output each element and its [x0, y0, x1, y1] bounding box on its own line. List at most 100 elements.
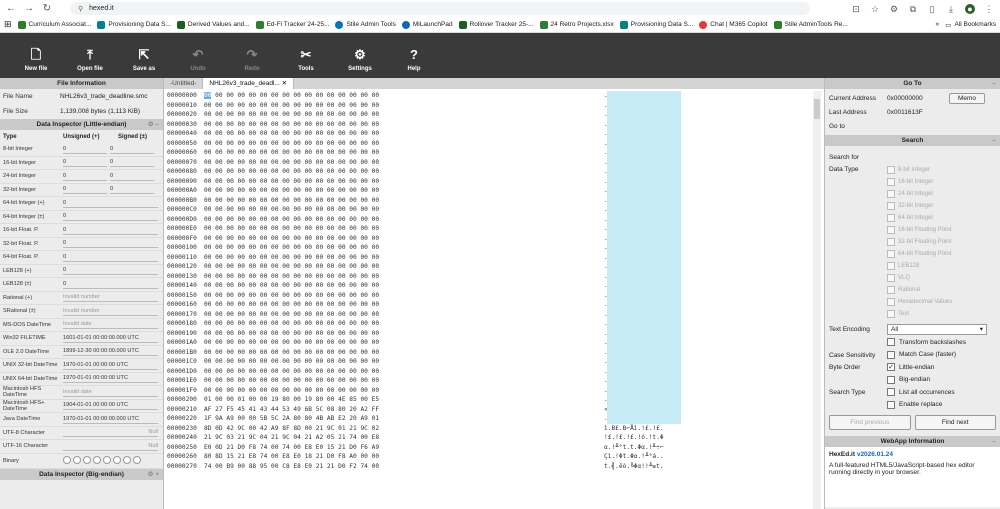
ascii-text[interactable]: Çì.!Φt.Φα.!╨°á.. — [604, 452, 678, 462]
data-type-checkbox[interactable]: 32-bit Floating Point — [887, 236, 952, 248]
download-icon[interactable]: ⤓ — [946, 4, 956, 14]
hex-bytes[interactable]: 00 00 00 00 00 00 00 00 00 00 00 00 00 0… — [204, 357, 604, 367]
collapse-icon[interactable]: – — [992, 436, 996, 447]
hex-bytes[interactable]: 00 00 00 00 00 00 00 00 00 00 00 00 00 0… — [204, 376, 604, 386]
redo-button[interactable]: ↷ Redo — [230, 33, 274, 78]
data-type-checkbox[interactable]: LEB128 — [887, 260, 952, 272]
inspector-value[interactable]: Invalid date — [63, 388, 158, 397]
hex-bytes[interactable]: 00 00 00 00 00 00 00 00 00 00 00 00 00 0… — [204, 91, 604, 101]
data-type-checkbox[interactable]: Text — [887, 308, 952, 320]
inspector-value[interactable]: Null — [63, 428, 158, 438]
bookmark[interactable]: Ed-Fi Tracker 24-25... — [255, 20, 329, 29]
big-endian-checkbox[interactable]: Big-endian — [887, 374, 934, 387]
settings-button[interactable]: ⚙ Settings — [338, 33, 382, 78]
hex-bytes[interactable]: 00 00 00 00 00 00 00 00 00 00 00 00 00 0… — [204, 338, 604, 348]
inspector-value[interactable]: Invalid number — [63, 293, 158, 303]
help-button[interactable]: ? Help — [392, 33, 436, 78]
hex-bytes[interactable]: 00 00 00 00 00 00 00 00 00 00 00 00 00 0… — [204, 262, 604, 272]
sidebar-icon[interactable]: ▯ — [927, 4, 937, 14]
extension-icon[interactable]: ⚙ — [889, 4, 899, 14]
tab-untitled[interactable]: -Untitled- — [164, 78, 204, 89]
inspector-signed-value[interactable]: 0 — [110, 172, 154, 181]
collapse-icon[interactable]: – — [992, 78, 996, 89]
reload-icon[interactable]: ↻ — [42, 3, 52, 14]
hex-bytes[interactable]: 00 00 00 00 00 00 00 00 00 00 00 00 00 0… — [204, 386, 604, 396]
bookmark[interactable]: Provisioning Data S... — [619, 20, 693, 29]
data-type-checkbox[interactable]: VLQ — [887, 272, 952, 284]
more-bookmarks-icon[interactable]: » — [935, 21, 939, 28]
hex-bytes[interactable]: 00 00 00 00 00 00 00 00 00 00 00 00 00 0… — [204, 281, 604, 291]
enable-replace-checkbox[interactable]: Enable replace — [887, 399, 955, 412]
hex-bytes[interactable]: E0 0D 21 D0 F8 74 00 74 00 E8 E0 15 21 D… — [204, 443, 604, 453]
ascii-text[interactable]: ì.B£.B⌐Åì.!£.!£. — [604, 424, 678, 434]
inspector-value[interactable]: 0 — [63, 266, 158, 276]
inspector-value[interactable]: 1970-01-01 00:00:00 UTC — [63, 361, 158, 370]
bookmark[interactable]: Provisioning Data S... — [97, 20, 171, 29]
hex-bytes[interactable]: 74 00 B9 00 88 95 00 C8 E8 E0 21 21 D0 F… — [204, 462, 604, 472]
bookmark[interactable]: MiLaunchPad — [401, 20, 453, 29]
data-type-checkbox[interactable]: 24-bit Integer — [887, 188, 952, 200]
tab-active-file[interactable]: NHL26v3_trade_deadl... ✕ — [203, 78, 295, 89]
inspector-signed-value[interactable]: 0 — [110, 185, 154, 195]
inspector-value[interactable]: 1601-01-01 00:00:00.000 UTC — [63, 334, 158, 343]
undo-button[interactable]: ↶ Undo — [176, 33, 220, 78]
hex-bytes[interactable]: 00 00 00 00 00 00 00 00 00 00 00 00 00 0… — [204, 234, 604, 244]
hex-bytes[interactable]: 00 00 00 00 00 00 00 00 00 00 00 00 00 0… — [204, 319, 604, 329]
bookmark[interactable]: Stile AdminTools Re... — [773, 20, 848, 29]
inspector-value[interactable]: 1970-01-01 00:00:00 UTC — [63, 374, 158, 384]
hex-bytes[interactable]: 00 00 00 00 00 00 00 00 00 00 00 00 00 0… — [204, 272, 604, 282]
menu-icon[interactable]: ⋮ — [984, 4, 994, 14]
hex-bytes[interactable]: 00 00 00 00 00 00 00 00 00 00 00 00 00 0… — [204, 205, 604, 215]
list-all-checkbox[interactable]: List all occurrences — [887, 386, 955, 399]
hex-bytes[interactable]: 00 00 00 00 00 00 00 00 00 00 00 00 00 0… — [204, 167, 604, 177]
inspector-signed-value[interactable]: 0 — [110, 145, 154, 154]
goto-input[interactable] — [887, 121, 996, 131]
data-type-checkbox[interactable]: 64-bit Floating Point — [887, 248, 952, 260]
hex-bytes[interactable]: 00 00 00 00 00 00 00 00 00 00 00 00 00 0… — [204, 120, 604, 130]
data-type-checkbox[interactable]: 16-bit Integer — [887, 176, 952, 188]
data-type-checkbox[interactable]: Hexadecimal Values — [887, 296, 952, 308]
hex-bytes[interactable]: 00 00 00 00 00 00 00 00 00 00 00 00 00 0… — [204, 139, 604, 149]
find-next-button[interactable]: Find next — [914, 415, 996, 430]
binary-bits[interactable] — [63, 455, 143, 466]
hex-bytes[interactable]: 00 00 00 00 00 00 00 00 00 00 00 00 00 0… — [204, 196, 604, 206]
inspector-unsigned-value[interactable]: 0 — [63, 185, 107, 195]
inspector-unsigned-value[interactable]: 0 — [63, 172, 107, 181]
bookmark[interactable]: Derived Values and... — [176, 20, 250, 29]
data-type-checkbox[interactable]: 32-bit Integer — [887, 200, 952, 212]
expand-icon[interactable]: ⚙ + — [148, 469, 159, 480]
inspector-value[interactable]: 0 — [63, 239, 158, 249]
inspector-value[interactable]: 0 — [63, 226, 158, 235]
inspector-signed-value[interactable]: 0 — [110, 158, 154, 168]
puzzle-icon[interactable]: ⧉ — [908, 4, 918, 14]
scroll-thumb[interactable] — [814, 99, 820, 119]
search-input[interactable] — [887, 152, 1000, 162]
bookmark[interactable]: Stile Admin Tools — [335, 20, 396, 29]
tools-button[interactable]: ✂ Tools — [284, 33, 328, 78]
data-type-checkbox[interactable]: 16-bit Floating Point — [887, 224, 952, 236]
find-previous-button[interactable]: Find previous — [829, 415, 911, 430]
encoding-select[interactable]: All ▾ — [887, 323, 987, 335]
hex-bytes[interactable]: 00 00 00 00 00 00 00 00 00 00 00 00 00 0… — [204, 110, 604, 120]
collapse-icon[interactable]: – — [992, 135, 996, 146]
inspector-value[interactable]: 0 — [63, 280, 158, 289]
ascii-text[interactable]: t.╣.êò.╚Φα!!╨≥t. — [604, 462, 678, 472]
save-as-button[interactable]: ⇱ Save as — [122, 33, 166, 78]
inspector-value[interactable]: 1904-01-01 00:00:00 UTC — [63, 401, 158, 411]
transform-backslashes-checkbox[interactable]: Transform backslashes — [887, 336, 1000, 349]
hex-view[interactable]: 00000000 00 00 00 00 00 00 00 00 00 00 00… — [164, 91, 824, 509]
star-icon[interactable]: ☆ — [870, 4, 880, 14]
hex-bytes[interactable]: 1F 9A A9 00 00 5B 5C 2A 80 80 4B AB E2 2… — [204, 414, 604, 424]
hex-bytes[interactable]: 00 00 00 00 00 00 00 00 00 00 00 00 00 0… — [204, 158, 604, 168]
inspector-value[interactable]: 0 — [63, 199, 158, 208]
match-case-checkbox[interactable]: Match Case (faster) — [887, 349, 956, 362]
hex-bytes[interactable]: 8D 0D 42 9C 00 42 A9 8F 8D 00 21 9C 01 2… — [204, 424, 604, 434]
inspector-value[interactable]: Null — [63, 442, 158, 451]
inspector-value[interactable]: 1970-01-01 00:00:00.000 UTC — [63, 415, 158, 424]
hex-bytes[interactable]: 00 00 00 00 00 00 00 00 00 00 00 00 00 0… — [204, 367, 604, 377]
hex-bytes[interactable]: 00 00 00 00 00 00 00 00 00 00 00 00 00 0… — [204, 348, 604, 358]
hex-bytes[interactable]: 00 00 00 00 00 00 00 00 00 00 00 00 00 0… — [204, 253, 604, 263]
hex-bytes[interactable]: 00 00 00 00 00 00 00 00 00 00 00 00 00 0… — [204, 243, 604, 253]
inspector-value[interactable]: Invalid date — [63, 320, 158, 330]
hex-bytes[interactable]: 80 8D 15 21 E8 74 00 E8 E0 18 21 D0 F8 A… — [204, 452, 604, 462]
